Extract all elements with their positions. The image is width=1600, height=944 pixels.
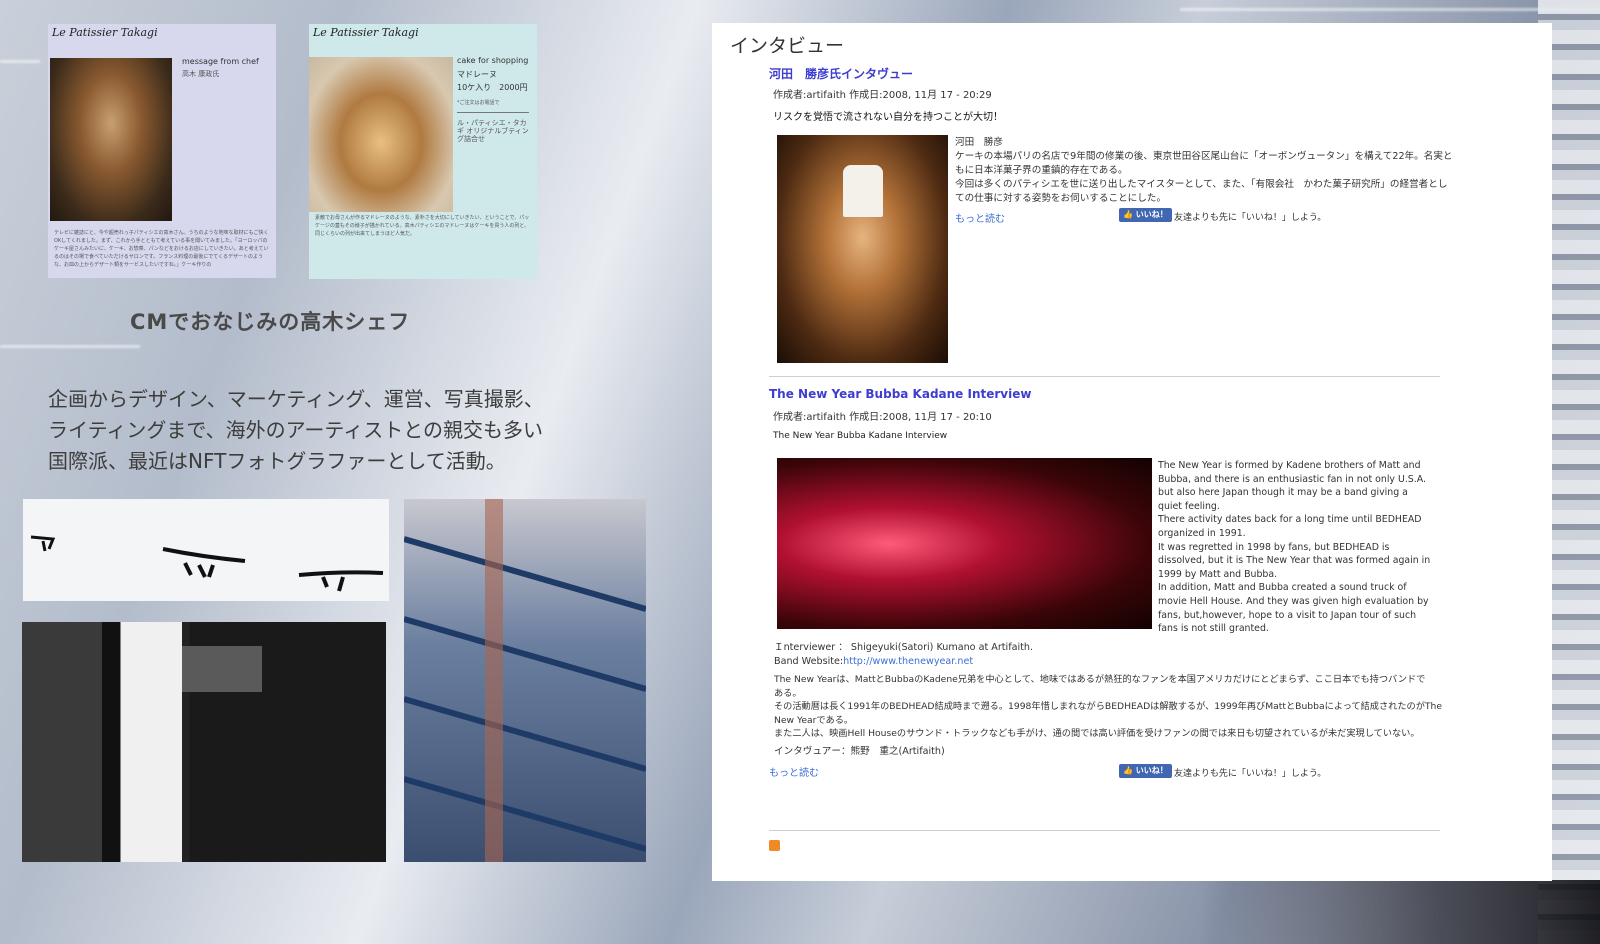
thumbs-up-icon: 👍 <box>1123 210 1136 219</box>
like-label: いいね！ <box>1135 210 1168 219</box>
interior-photo <box>22 622 386 862</box>
product-price: 10ケ入り 2000円 <box>457 83 528 92</box>
website-link[interactable]: http://www.thenewyear.net <box>843 656 973 667</box>
wall-picture <box>182 646 262 692</box>
website-label: Band Website: <box>774 656 844 667</box>
interviewee-name: 河田 勝彦 <box>955 137 1003 148</box>
chef-hat <box>843 165 883 217</box>
body-line: fans is not still granted. <box>1158 623 1269 635</box>
body-line: It was regretted in 1998 by fans, but BE… <box>1158 541 1390 553</box>
post-body-english: The New Year is formed by Kadene brother… <box>1158 459 1448 636</box>
chef-name: 高木 康政氏 <box>182 70 220 78</box>
post-title-link[interactable]: The New Year Bubba Kadane Interview <box>769 387 1031 401</box>
bio-line: 企画からデザイン、マーケティング、運営、写真撮影、 <box>48 387 544 411</box>
magazine-title: Le Patissier Takagi <box>313 26 419 39</box>
bg-streak <box>0 345 140 348</box>
body-line: New Yearである。 <box>774 714 854 726</box>
post-meta: 作成者:artifaith 作成日:2008, 11月 17 - 20:10 <box>773 412 992 423</box>
bio-line: ライティングまで、海外のアーティストとの親交も多い <box>48 418 543 442</box>
facebook-like-button[interactable]: 👍 いいね！ <box>1119 208 1172 222</box>
page-title: インタビュー <box>730 35 845 57</box>
stairs-lines <box>404 499 646 862</box>
bio-line: 国際派、最近はNFTフォトグラファーとして活動。 <box>48 449 506 473</box>
magazine-body: 素敵でお母さんが作るマドレーヌのような、素朴さを大切にしていきたい、ということで… <box>315 215 530 237</box>
body-line: Bubba, and there is an enthusiastic fan … <box>1158 473 1426 485</box>
body-line: ケーキの本場パリの名店で9年間の修業の後、東京世田谷区尾山台に「オーボンヴュータ… <box>955 151 1453 162</box>
body-line: もに日本洋菓子界の重鎮的存在である。 <box>955 165 1128 176</box>
bg-shadow <box>1200 880 1600 944</box>
like-label: いいね！ <box>1135 766 1168 775</box>
message-label: message from chef <box>182 57 259 66</box>
magazine-page-cake: Le Patissier Takagi cake for shopping マド… <box>309 24 537 279</box>
band-website: Band Website:http://www.thenewyear.net <box>774 655 973 669</box>
blog-panel: インタビュー 河田 勝彦氏インタヴュー 作成者:artifaith 作成日:20… <box>712 23 1552 881</box>
post-body: ケーキの本場パリの名店で9年間の修業の後、東京世田谷区尾山台に「オーボンヴュータ… <box>955 150 1455 206</box>
post-meta: 作成者:artifaith 作成日:2008, 11月 17 - 20:29 <box>773 90 992 101</box>
like-prompt: 友達よりも先に「いいね！」しよう。 <box>1174 213 1327 223</box>
shop-label: cake for shopping <box>457 56 529 65</box>
product-name: マドレーヌ <box>457 70 497 79</box>
post-body-japanese: The New Yearは、MattとBubbaのKadene兄弟を中心として、… <box>774 673 1444 741</box>
body-line: ある。 <box>774 687 802 699</box>
interviewer-credit: Ｉnterviewer ： Shigeyuki(Satori) Kumano a… <box>774 642 1034 653</box>
read-more-link[interactable]: もっと読む <box>769 764 819 779</box>
divider <box>457 112 529 113</box>
post-lead: リスクを覚悟で流されない自分を持つことが大切！ <box>773 112 1003 123</box>
magazine-title: Le Patissier Takagi <box>52 26 158 39</box>
band-photo <box>777 458 1152 629</box>
chef-portrait <box>777 135 948 363</box>
body-line: The New Year is formed by Kadene brother… <box>1158 460 1421 471</box>
lizard-photo <box>23 499 389 601</box>
footer-divider <box>769 830 1440 831</box>
like-prompt: 友達よりも先に「いいね！」しよう。 <box>1174 769 1327 779</box>
body-line: dissolved, but it is The New Year that w… <box>1158 555 1431 567</box>
body-line: In addition, Matt and Bubba created a so… <box>1158 582 1407 594</box>
order-note: *ご注文はお電話で <box>457 100 500 106</box>
body-line: The New Yearは、MattとBubbaのKadene兄弟を中心として、… <box>774 674 1426 685</box>
lizard-shapes <box>30 535 384 592</box>
body-line: また二人は、映画Hell Houseのサウンド・トラックなども手がけ、通の間では… <box>774 728 1420 739</box>
facebook-like-button[interactable]: 👍 いいね！ <box>1119 764 1172 778</box>
body-line: but also here Japan though it may be a b… <box>1158 487 1408 499</box>
profile-bio: 企画からデザイン、マーケティング、運営、写真撮影、 ライティングまで、海外のアー… <box>48 384 608 477</box>
body-line: その活動暦は長く1991年のBEDHEAD結成時まで遡る。1998年惜しまれなが… <box>774 701 1443 712</box>
company-name: ル・パティシエ・タカギ オリジナルブティング詰合せ <box>457 119 529 143</box>
body-line: quiet feeling. <box>1158 500 1220 512</box>
magazine-body: テレビに雑誌にと、今や超売れっ子パティシエの高木さん。うちのような地味な取材にも… <box>54 230 269 268</box>
rss-icon[interactable] <box>769 840 780 851</box>
body-line: 1999 by Matt and Bubba. <box>1158 568 1278 580</box>
chef-photo <box>50 58 172 221</box>
post-subtitle: The New Year Bubba Kadane Interview <box>773 431 948 441</box>
magazine-page-chef: Le Patissier Takagi message from chef 高木… <box>48 24 276 278</box>
chef-caption: CMでおなじみの高木シェフ <box>130 310 411 334</box>
post-divider <box>769 376 1440 377</box>
body-line: There activity dates back for a long tim… <box>1158 514 1422 526</box>
body-line: ての仕事に対する姿勢をお伺いすることにした。 <box>955 193 1167 204</box>
read-more-link[interactable]: もっと読む <box>955 210 1005 225</box>
interviewer-credit-ja: インタヴュアー：熊野 重之(Artifaith) <box>774 746 945 757</box>
body-line: fans, but,however, hope to a visit to Ja… <box>1158 609 1417 621</box>
body-line: organized in 1991. <box>1158 527 1246 539</box>
bg-streak <box>1180 8 1600 11</box>
stairs-photo <box>404 499 646 862</box>
cake-photo <box>309 57 453 212</box>
bg-streak <box>0 60 40 63</box>
thumbs-up-icon: 👍 <box>1123 766 1136 775</box>
body-line: movie Hell House. And they was given hig… <box>1158 595 1429 607</box>
post-title-link[interactable]: 河田 勝彦氏インタヴュー <box>769 65 913 82</box>
body-line: 今回は多くのパティシエを世に送り出したマイスターとして、また、「有限会社 かわた… <box>955 179 1448 190</box>
